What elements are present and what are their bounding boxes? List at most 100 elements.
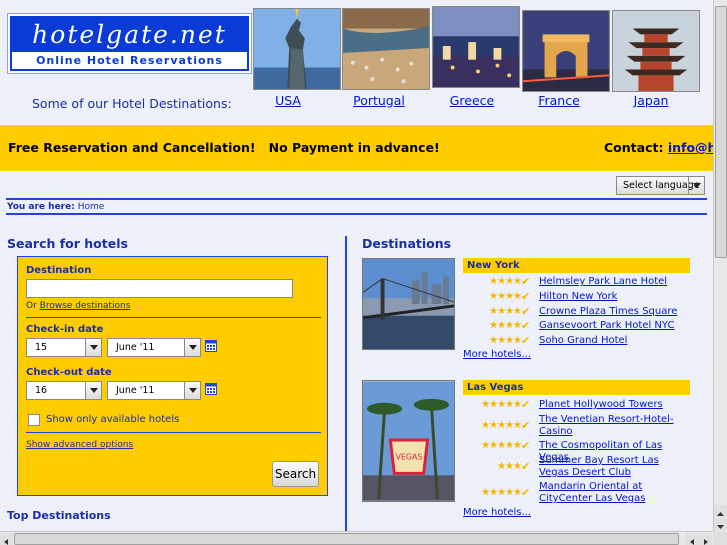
hotel-link[interactable]: The Venetian Resort-Hotel-Casino (539, 414, 689, 438)
hotel-row: ★★★★★ ✔ The Cosmopolitan of Las Vegas (463, 439, 693, 464)
hotel-row: ★★★★★ ✔ The Venetian Resort-Hotel-Casino (463, 414, 693, 438)
statue-of-liberty-image (254, 9, 340, 89)
hotel-link[interactable]: Gansevoort Park Hotel NYC (539, 320, 689, 332)
horizontal-scrollbar[interactable] (0, 531, 713, 545)
city-header-las-vegas[interactable]: Las Vegas (463, 380, 690, 395)
checkmark-icon: ✔ (521, 275, 531, 288)
chevron-down-icon[interactable] (85, 339, 101, 356)
france-thumbnail[interactable] (522, 10, 610, 92)
star-rating: ★★★★ (489, 291, 522, 302)
checkmark-icon: ✔ (521, 290, 531, 303)
checkout-day-value: 16 (35, 385, 48, 396)
column-divider (345, 236, 347, 545)
new-york-image[interactable] (362, 258, 455, 350)
site-logo[interactable]: hotelgate.net Online Hotel Reservations (7, 13, 252, 74)
scroll-right-button[interactable] (699, 533, 712, 545)
arc-de-triomphe-image (523, 11, 609, 91)
divider (26, 432, 321, 433)
portugal-thumbnail[interactable] (342, 8, 430, 90)
hotel-row: ★★★★★ ✔ Mandarin Oriental at CityCenter … (463, 481, 693, 505)
arrow-left-icon (4, 539, 8, 545)
star-rating: ★★★★ (489, 320, 522, 331)
checkin-day-select[interactable]: 15 (26, 338, 102, 357)
calendar-icon[interactable] (205, 383, 217, 395)
header: hotelgate.net Online Hotel Reservations (0, 0, 713, 123)
checkout-month-value: June '11 (116, 385, 155, 396)
japan-thumbnail[interactable] (612, 10, 700, 92)
portugal-link[interactable]: Portugal (335, 93, 423, 108)
contact-info: Contact: info@ho (604, 140, 725, 155)
pagoda-image (613, 11, 699, 91)
hotel-link[interactable]: Summer Bay Resort Las Vegas Desert Club (539, 455, 689, 479)
search-button[interactable]: Search (272, 461, 319, 487)
checkmark-icon: ✔ (521, 319, 531, 332)
checkout-month-select[interactable]: June '11 (107, 381, 201, 400)
hotel-link[interactable]: Crowne Plaza Times Square (539, 306, 689, 318)
checkout-label: Check-out date (26, 367, 112, 378)
hotel-row: ★★★★ ✔ Hilton New York (463, 291, 693, 303)
arrow-left-icon (690, 539, 694, 545)
checkmark-icon: ✔ (521, 439, 531, 452)
divider (6, 213, 707, 215)
hotel-row: ★★★ ✔ Summer Bay Resort Las Vegas Desert… (463, 455, 693, 479)
city-header-new-york[interactable]: New York (463, 258, 690, 273)
checkin-label: Check-in date (26, 324, 104, 335)
france-link[interactable]: France (515, 93, 603, 108)
vertical-scrollbar[interactable] (713, 0, 727, 531)
star-rating: ★★★★★ (481, 487, 522, 498)
destination-input[interactable] (26, 279, 293, 298)
scroll-down-button[interactable] (714, 518, 727, 530)
hotel-link[interactable]: Helmsley Park Lane Hotel (539, 276, 689, 288)
hotel-row: ★★★★ ✔ Crowne Plaza Times Square (463, 306, 693, 318)
greece-thumbnail[interactable] (432, 6, 520, 88)
hotel-link[interactable]: Planet Hollywood Towers (539, 399, 689, 411)
advanced-options-link[interactable]: Show advanced options (26, 440, 133, 450)
divider (6, 198, 707, 200)
more-hotels-link[interactable]: More hotels... (463, 507, 531, 518)
usa-link[interactable]: USA (244, 93, 332, 108)
hotel-row: ★★★★ ✔ Gansevoort Park Hotel NYC (463, 320, 693, 332)
horizontal-scroll-thumb[interactable] (14, 533, 679, 545)
arrow-right-icon (704, 539, 708, 545)
hotel-link[interactable]: Hilton New York (539, 291, 689, 303)
star-rating: ★★★★ (489, 276, 522, 287)
beach-image (343, 9, 429, 89)
chevron-down-icon[interactable] (688, 177, 704, 194)
hotel-row: ★★★★ ✔ Soho Grand Hotel (463, 335, 693, 347)
checkmark-icon: ✔ (521, 305, 531, 318)
scroll-up-button[interactable] (714, 505, 727, 517)
vertical-scroll-thumb[interactable] (715, 6, 727, 258)
available-only-checkbox[interactable] (28, 414, 40, 426)
scroll-left-button[interactable] (0, 533, 13, 545)
available-only-label: Show only available hotels (46, 414, 180, 425)
top-destinations-title: Top Destinations (7, 509, 111, 522)
more-hotels-link[interactable]: More hotels... (463, 349, 531, 360)
greece-link[interactable]: Greece (428, 93, 516, 108)
calendar-icon[interactable] (205, 340, 217, 352)
language-select[interactable]: Select language (616, 176, 705, 195)
star-rating: ★★★ (497, 461, 522, 472)
checkin-month-select[interactable]: June '11 (107, 338, 201, 357)
las-vegas-image[interactable]: VEGAS (362, 380, 455, 502)
usa-thumbnail[interactable] (253, 8, 341, 90)
vegas-sign-image: VEGAS (363, 381, 454, 501)
checkout-day-select[interactable]: 16 (26, 381, 102, 400)
scroll-left-button[interactable] (686, 533, 699, 545)
chevron-down-icon[interactable] (184, 339, 200, 356)
checkmark-icon: ✔ (521, 419, 531, 432)
hotel-link[interactable]: Soho Grand Hotel (539, 335, 689, 347)
browse-destinations-link[interactable]: Browse destinations (40, 301, 131, 311)
checkmark-icon: ✔ (521, 334, 531, 347)
search-title: Search for hotels (7, 236, 128, 251)
checkin-day-value: 15 (35, 342, 48, 353)
star-rating: ★★★★★ (481, 399, 522, 410)
destinations-title: Destinations (362, 236, 452, 251)
destination-label: Destination (26, 265, 92, 276)
brooklyn-bridge-image (363, 259, 454, 349)
star-rating: ★★★★★ (481, 440, 522, 451)
japan-link[interactable]: Japan (607, 93, 695, 108)
chevron-down-icon[interactable] (85, 382, 101, 399)
hotel-row: ★★★★ ✔ Helmsley Park Lane Hotel (463, 276, 693, 288)
chevron-down-icon[interactable] (184, 382, 200, 399)
hotel-link[interactable]: Mandarin Oriental at CityCenter Las Vega… (539, 481, 689, 505)
